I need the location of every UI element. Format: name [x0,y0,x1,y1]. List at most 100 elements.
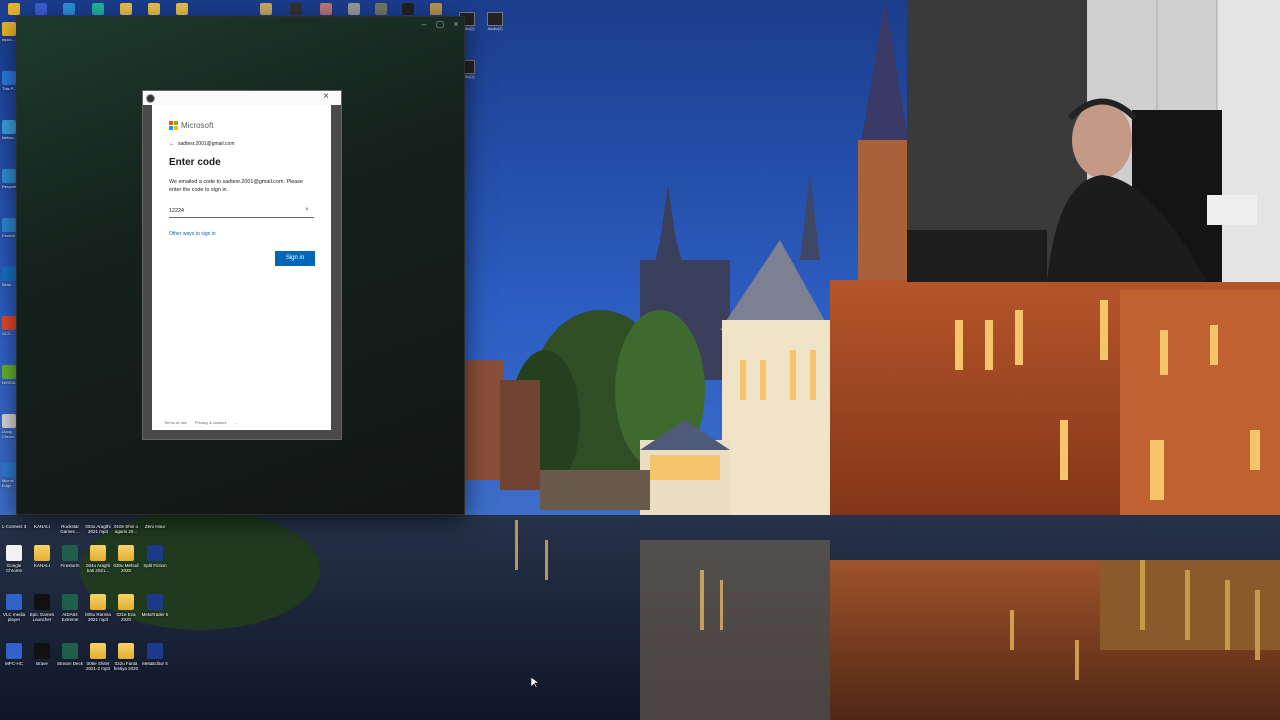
desktop-icon-label: 030u Mehud 2020 [113,563,139,573]
app-icon [2,120,16,134]
account-email: sadtesr.2001@gmail.com [178,141,235,147]
folder-icon[interactable] [8,3,20,15]
app-icon [2,267,16,281]
app-icon [2,463,16,477]
sign-in-button[interactable]: Sign in [275,251,315,266]
folder-icon [34,545,50,561]
signin-card: Microsoft ← sadtesr.2001@gmail.com Enter… [152,105,331,430]
desktop-icon-label: MPC-HC [5,661,23,666]
desktop-icon[interactable]: MetaTrader 5 [141,594,169,617]
app-icon [147,545,163,561]
desktop-icon[interactable]: Google Chrome [0,545,28,573]
desktop-icon-label: Stream Deck [56,661,83,666]
app-icon [2,365,16,379]
desktop-icon-label: 022u Fanta festiya 2020 [113,661,139,671]
folder-icon [90,643,106,659]
desktop-icon[interactable]: 010e Shiri o agami 20... [112,506,140,534]
desktop-icon-label: L-Connect 3 [1,524,27,529]
desktop-icon[interactable]: Zero Hour [141,506,169,529]
app-icon[interactable] [35,3,47,15]
app-icon [62,643,78,659]
maximize-icon[interactable]: ▢ [432,17,448,31]
close-icon[interactable]: × [448,17,464,31]
desktop-icon[interactable]: 030u Mehud 2020 [112,545,140,573]
photo-icon[interactable] [402,3,414,15]
folder-icon[interactable] [176,3,188,15]
back-account-row[interactable]: ← sadtesr.2001@gmail.com [169,141,235,147]
file-icon [6,545,22,561]
desktop-icon[interactable]: Stream Deck [56,643,84,666]
desktop-icon-label: Epic Games Launcher [29,612,55,622]
desktop-icon-label: Google Chrome [5,563,22,573]
other-ways-link[interactable]: Other ways to sign in [169,231,216,237]
desktop-file-icon[interactable]: Audio(2) [484,12,506,31]
app-icon[interactable] [92,3,104,15]
back-arrow-icon[interactable]: ← [169,141,175,147]
desktop-icon[interactable]: MetaEditor 5 [141,643,169,666]
desktop-icon[interactable]: VLC media player [0,594,28,622]
app-icon [147,594,163,610]
desktop-icon[interactable]: 006e Shitet 2021-2 mp3 [84,643,112,671]
app-icon[interactable] [63,3,75,15]
desktop-icon[interactable]: Rockstar Games ... [56,506,84,534]
photo-icon[interactable] [348,3,360,15]
folder-icon [118,545,134,561]
app-icon [6,643,22,659]
desktop-icon[interactable]: Firestorm [56,545,84,568]
desktop-icon-label: Split Fiction [143,563,167,568]
desktop-icon[interactable]: Split Fiction [141,545,169,568]
dialog-footer: Terms of use Privacy & cookies ... [164,420,246,425]
folder-icon [90,545,106,561]
more-options-icon[interactable]: ... [234,420,237,425]
desktop-icon[interactable]: KANALI [28,506,56,529]
app-icon [146,94,155,103]
desktop-icon-label: Audio(2) [487,26,503,31]
desktop-icon[interactable]: 003u Aragthi 2021 mp3 [84,506,112,534]
desktop-icon-label: Rockstar Games ... [60,524,80,534]
close-icon[interactable]: × [323,91,329,103]
code-input[interactable] [169,205,314,218]
privacy-link[interactable]: Privacy & cookies [195,420,227,425]
microsoft-logo: Microsoft [169,121,213,130]
app-icon[interactable] [290,3,302,15]
desktop-icon[interactable]: 021e Eca 2020 [112,594,140,622]
desktop-icon-label: KANALI [33,524,50,529]
folder-icon[interactable] [148,3,160,15]
app-icon [62,594,78,610]
app-icon [2,71,16,85]
desktop-icon[interactable]: AIDA64 Extreme [56,594,84,622]
desktop-icon[interactable]: Epic Games Launcher [28,594,56,622]
desktop-icon[interactable]: Brave [28,643,56,666]
desktop-icon-label: AIDA64 Extreme [61,612,79,622]
desktop-icon-label: 004u Araghi bati 2021... [85,563,111,573]
file-thumbnail-icon [487,12,503,26]
desktop-icon-label: 021e Eca 2020 [116,612,136,622]
app-icon [147,643,163,659]
mouse-cursor-icon [531,677,539,689]
app-icon [2,218,16,232]
desktop-icon[interactable]: 022u Fanta festiya 2020 [112,643,140,671]
desktop-icon-label: KANALI [33,563,50,568]
desktop-icon[interactable]: KANALI [28,545,56,568]
page-title: Enter code [169,157,221,168]
desktop-icon-label: 003u Aragthi 2021 mp3 [85,524,111,534]
app-icon [34,643,50,659]
desktop-icon-label: 006e Shitet 2021-2 mp3 [85,661,111,671]
photo-icon[interactable] [375,3,387,15]
clear-icon[interactable]: × [305,207,309,213]
photo-icon[interactable] [260,3,272,15]
desktop-icon-label: Brave [36,661,48,666]
minimize-icon[interactable]: – [416,17,432,31]
app-icon [2,169,16,183]
folder-icon[interactable] [120,3,132,15]
photo-icon[interactable] [430,3,442,15]
desktop-icon-label: MetaEditor 5 [142,661,168,666]
desktop-top-icon-strip [0,0,500,18]
terms-link[interactable]: Terms of use [164,420,187,425]
photo-icon[interactable] [320,3,332,15]
desktop-icon[interactable]: MPC-HC [0,643,28,666]
desktop-icon[interactable]: 005u Rarmia 2021 mp3 [84,594,112,622]
desktop-icon[interactable]: 004u Araghi bati 2021... [84,545,112,573]
folder-icon [118,643,134,659]
desktop-icon[interactable]: L-Connect 3 [0,506,28,529]
